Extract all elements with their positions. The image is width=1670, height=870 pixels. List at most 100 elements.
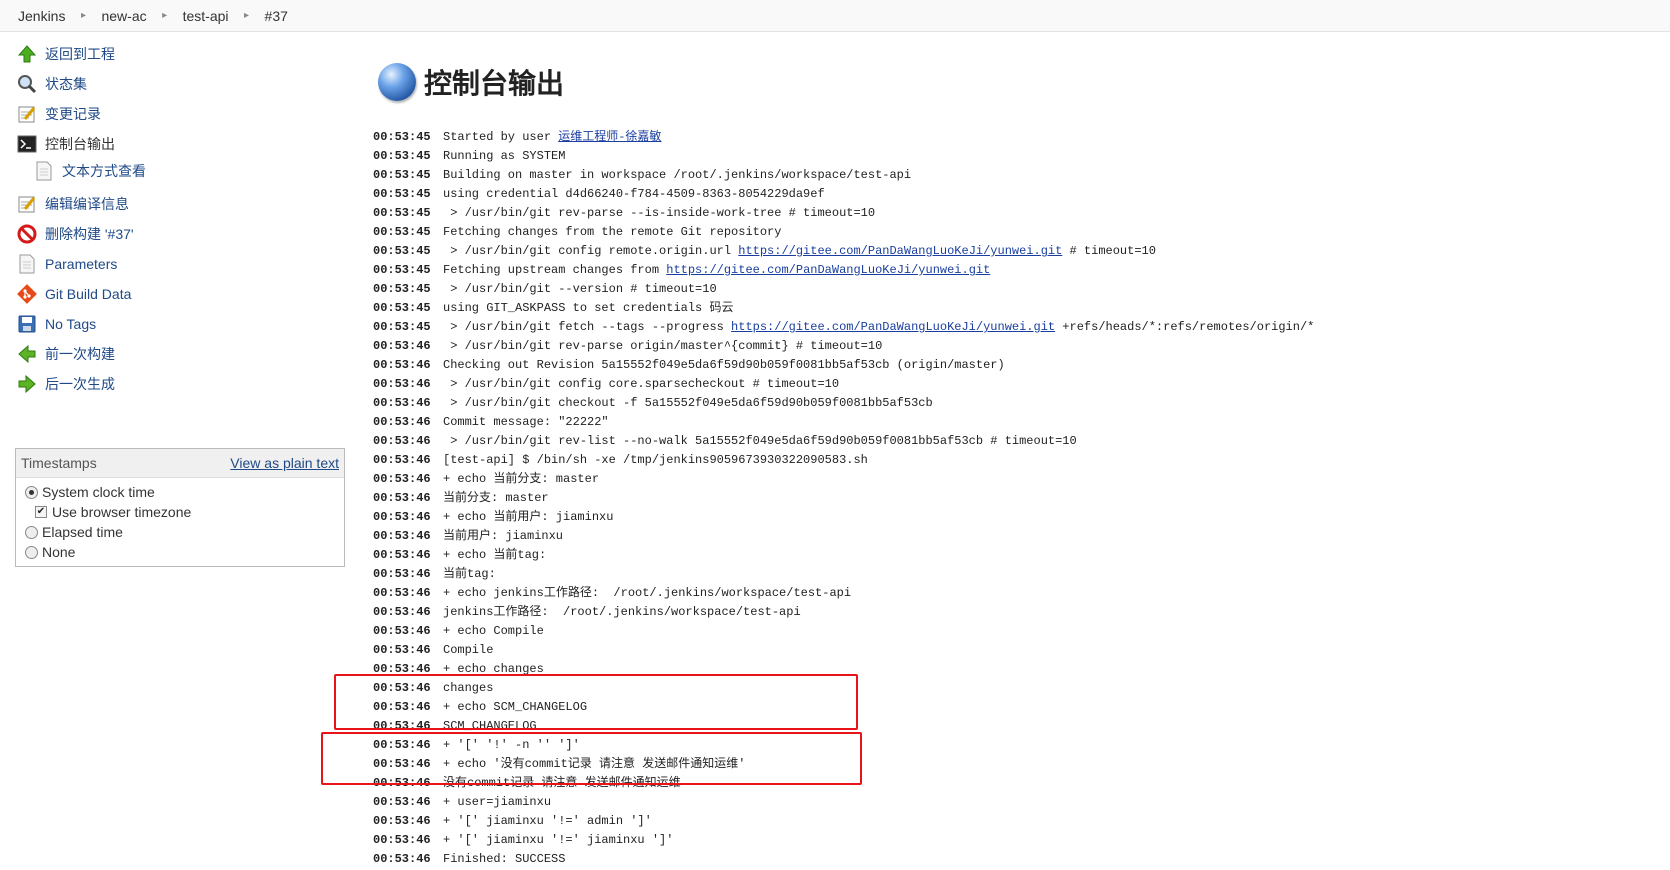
console-line: 00:53:46 + echo 当前tag: <box>373 546 1314 565</box>
console-link[interactable]: https://gitee.com/PanDaWangLuoKeJi/yunwe… <box>666 263 990 277</box>
console-timestamp: 00:53:46 <box>373 377 431 391</box>
document-icon <box>33 160 55 182</box>
task-parameters[interactable]: Parameters <box>16 253 117 275</box>
console-timestamp: 00:53:46 <box>373 567 431 581</box>
console-text: > /usr/bin/git rev-list --no-walk 5a1555… <box>443 434 1077 448</box>
console-text: + user=jiaminxu <box>443 795 552 809</box>
console-line: 00:53:45 using GIT_ASKPASS to set credent… <box>373 299 1314 318</box>
console-text: Commit message: "22222" <box>443 415 609 429</box>
radio-button[interactable] <box>25 525 38 539</box>
console-text: + echo 当前tag: <box>443 548 547 562</box>
console-text: Checking out Revision 5a15552f049e5da6f5… <box>443 358 1005 372</box>
breadcrumb-build[interactable]: #37 <box>265 8 288 24</box>
console-timestamp: 00:53:46 <box>373 605 431 619</box>
console-line: 00:53:46 Checking out Revision 5a15552f04… <box>373 356 1314 375</box>
task-previous-build[interactable]: 前一次构建 <box>16 343 115 365</box>
console-text: 当前用户: jiaminxu <box>443 529 564 543</box>
console-line: 00:53:45 Fetching changes from the remote… <box>373 223 1314 242</box>
console-orb-icon <box>378 63 416 101</box>
ts-option-browser-timezone[interactable]: ✔ Use browser timezone <box>35 504 191 520</box>
console-text: Started by user <box>443 130 559 144</box>
console-line: 00:53:46 > /usr/bin/git rev-parse origin… <box>373 337 1314 356</box>
console-line: 00:53:46 Finished: SUCCESS <box>373 850 1314 869</box>
terminal-icon <box>16 133 38 155</box>
task-delete-build[interactable]: 删除构建 '#37' <box>16 223 134 245</box>
task-no-tags[interactable]: No Tags <box>16 313 96 335</box>
console-timestamp: 00:53:46 <box>373 852 431 866</box>
console-line: 00:53:45 Running as SYSTEM <box>373 147 1314 166</box>
console-line: 00:53:46 当前用户: jiaminxu <box>373 527 1314 546</box>
chevron-right-icon[interactable]: ▸ <box>147 10 183 21</box>
console-line: 00:53:46 + '[' jiaminxu '!=' jiaminxu ']' <box>373 831 1314 850</box>
page-title: 控制台输出 <box>424 68 565 99</box>
console-line: 00:53:46 + echo 当前用户: jiaminxu <box>373 508 1314 527</box>
breadcrumb-test-api[interactable]: test-api <box>183 8 229 24</box>
checkbox[interactable]: ✔ <box>35 506 47 518</box>
console-timestamp: 00:53:46 <box>373 396 431 410</box>
console-text: Compile <box>443 643 494 657</box>
console-timestamp: 00:53:45 <box>373 244 431 258</box>
notepad-icon <box>16 193 38 215</box>
console-text: > /usr/bin/git fetch --tags --progress <box>443 320 732 334</box>
console-link[interactable]: 运维工程师-徐嘉敏 <box>558 130 661 144</box>
console-timestamp: 00:53:46 <box>373 548 431 562</box>
chevron-right-icon[interactable]: ▸ <box>65 10 101 21</box>
task-edit-build-info[interactable]: 编辑编译信息 <box>16 193 129 215</box>
console-text: > /usr/bin/git rev-parse origin/master^{… <box>443 339 883 353</box>
timestamps-header: Timestamps View as plain text <box>16 449 344 478</box>
task-label: 前一次构建 <box>45 346 115 362</box>
console-text: > /usr/bin/git rev-parse --is-inside-wor… <box>443 206 876 220</box>
task-git-build-data[interactable]: Git Build Data <box>16 283 131 305</box>
console-text: > /usr/bin/git config remote.origin.url <box>443 244 739 258</box>
console-line: 00:53:45 Building on master in workspace … <box>373 166 1314 185</box>
console-text: using GIT_ASKPASS to set credentials 码云 <box>443 301 734 315</box>
task-changes[interactable]: 变更记录 <box>16 103 101 125</box>
task-next-build[interactable]: 后一次生成 <box>16 373 115 395</box>
console-line: 00:53:46 > /usr/bin/git config core.spar… <box>373 375 1314 394</box>
console-link[interactable]: https://gitee.com/PanDaWangLuoKeJi/yunwe… <box>738 244 1062 258</box>
console-text: + echo 当前分支: master <box>443 472 600 486</box>
console-text: Building on master in workspace /root/.j… <box>443 168 912 182</box>
console-line: 00:53:45 Started by user 运维工程师-徐嘉敏 <box>373 128 1314 147</box>
task-label: Parameters <box>45 256 118 272</box>
breadcrumb-new-ac[interactable]: new-ac <box>101 8 146 24</box>
page-heading: 控制台输出 <box>378 62 564 102</box>
task-console-output[interactable]: 控制台输出 <box>16 133 115 155</box>
breadcrumb-jenkins[interactable]: Jenkins <box>0 8 65 24</box>
console-timestamp: 00:53:46 <box>373 643 431 657</box>
task-back-to-project[interactable]: 返回到工程 <box>16 43 115 65</box>
console-line: 00:53:45 > /usr/bin/git fetch --tags --p… <box>373 318 1314 337</box>
console-text: + '[' jiaminxu '!=' jiaminxu ']' <box>443 833 674 847</box>
console-timestamp: 00:53:46 <box>373 415 431 429</box>
task-status[interactable]: 状态集 <box>16 73 87 95</box>
git-icon <box>16 283 38 305</box>
ts-option-none[interactable]: None <box>25 544 75 560</box>
task-label: 状态集 <box>45 76 87 92</box>
task-label: 文本方式查看 <box>62 163 146 179</box>
console-timestamp: 00:53:45 <box>373 282 431 296</box>
console-line: 00:53:46 Compile <box>373 641 1314 660</box>
console-text: jenkins工作路径: /root/.jenkins/workspace/te… <box>443 605 801 619</box>
ts-option-system-clock[interactable]: System clock time <box>25 484 155 500</box>
console-text: 当前分支: master <box>443 491 549 505</box>
console-line: 00:53:46 + '[' jiaminxu '!=' admin ']' <box>373 812 1314 831</box>
view-plain-text-link[interactable]: View as plain text <box>230 455 339 471</box>
console-timestamp: 00:53:45 <box>373 206 431 220</box>
task-plain-text[interactable]: 文本方式查看 <box>33 160 146 182</box>
console-link[interactable]: https://gitee.com/PanDaWangLuoKeJi/yunwe… <box>731 320 1055 334</box>
console-timestamp: 00:53:46 <box>373 472 431 486</box>
ts-option-elapsed[interactable]: Elapsed time <box>25 524 123 540</box>
task-label: 变更记录 <box>45 106 101 122</box>
radio-button[interactable] <box>25 545 38 559</box>
console-line: 00:53:46 [test-api] $ /bin/sh -xe /tmp/je… <box>373 451 1314 470</box>
notepad-icon <box>16 103 38 125</box>
radio-button[interactable] <box>25 485 38 499</box>
chevron-right-icon[interactable]: ▸ <box>229 10 265 21</box>
magnifier-icon <box>16 73 38 95</box>
task-label: No Tags <box>45 316 97 332</box>
task-label: 编辑编译信息 <box>45 196 129 212</box>
breadcrumb: Jenkins ▸ new-ac ▸ test-api ▸ #37 <box>0 0 1670 32</box>
console-line: 00:53:46 + user=jiaminxu <box>373 793 1314 812</box>
console-text: Running as SYSTEM <box>443 149 566 163</box>
highlight-box <box>334 674 858 730</box>
